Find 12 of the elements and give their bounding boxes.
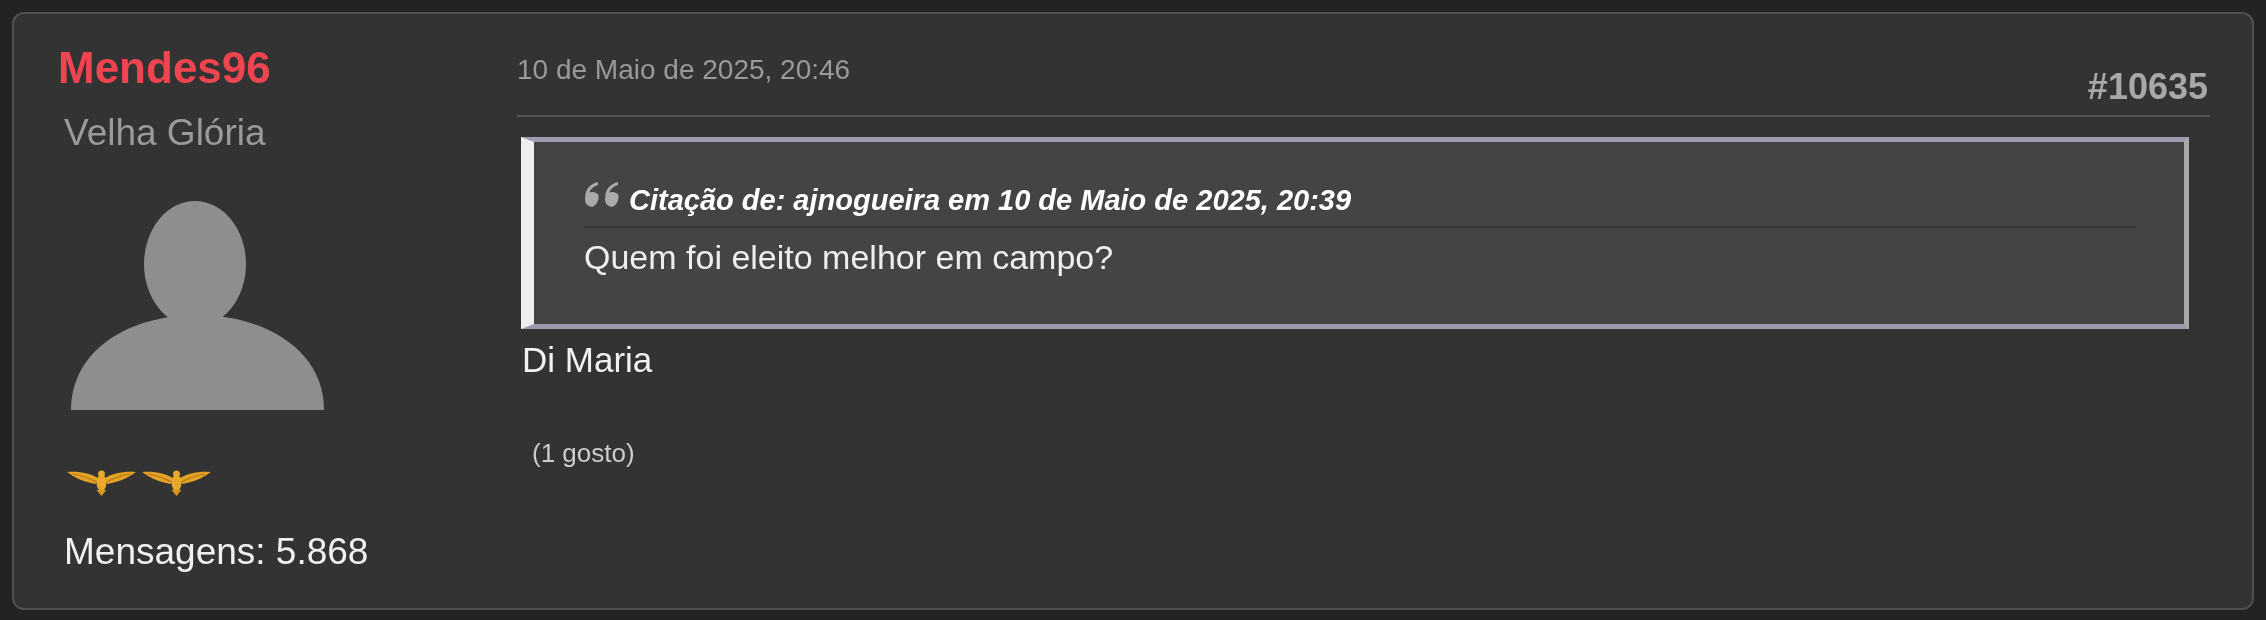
member-rank: Velha Glória <box>64 111 266 155</box>
eagle-icon <box>67 468 136 496</box>
quote-icon <box>584 182 620 207</box>
post-text: Di Maria <box>522 340 653 380</box>
post-date[interactable]: 10 de Maio de 2025, 20:46 <box>517 52 851 88</box>
post-number-link[interactable]: #10635 <box>2087 67 2208 107</box>
username-link[interactable]: Mendes96 <box>58 43 271 93</box>
eagle-icon <box>142 468 211 496</box>
quote-text: Quem foi eleito melhor em campo? <box>584 237 1114 277</box>
likes-count[interactable]: (1 gosto) <box>532 437 635 469</box>
quote-header-link[interactable]: Citação de: ajnogueira em 10 de Maio de 2025, 20:39 <box>629 182 1352 218</box>
post-count: Mensagens: 5.868 <box>64 530 369 574</box>
